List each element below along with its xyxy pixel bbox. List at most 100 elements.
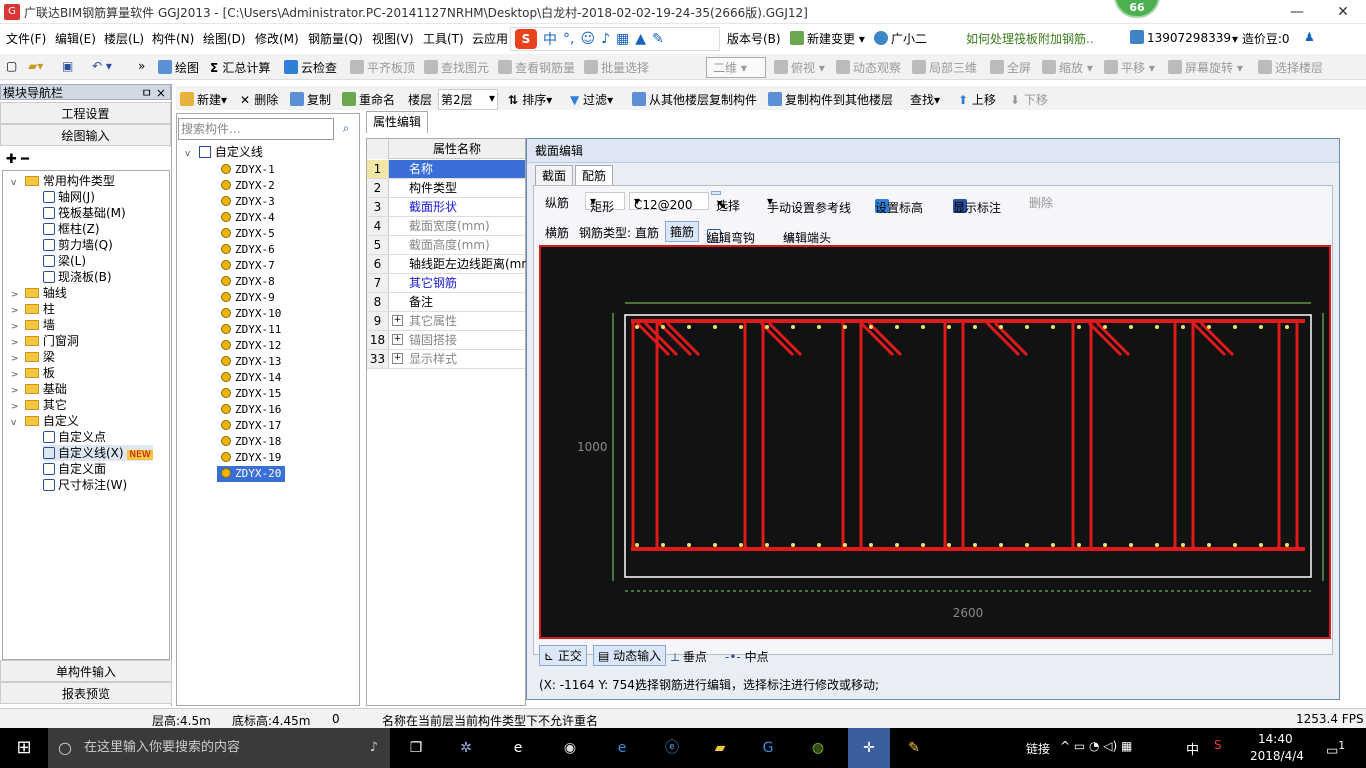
- property-row[interactable]: 18 + 锚固搭接: [367, 331, 525, 350]
- tab-section[interactable]: 截面: [535, 165, 574, 185]
- rebar-node[interactable]: [869, 543, 873, 547]
- rebar-node[interactable]: [1025, 543, 1029, 547]
- notification-icon[interactable]: ▭1: [1326, 739, 1345, 758]
- component-list-item[interactable]: ZDYX-20: [217, 466, 286, 482]
- taskbar-search[interactable]: ○ 在这里输入你要搜索的内容 ♪: [48, 728, 390, 768]
- width-dim-label[interactable]: 2600: [953, 606, 984, 620]
- component-list-item[interactable]: ZDYX-7: [217, 258, 279, 274]
- tools-icon[interactable]: ✎: [652, 31, 664, 47]
- report-preview-button[interactable]: 报表预览: [0, 682, 172, 704]
- edge-icon[interactable]: e: [610, 736, 634, 760]
- nav-tree-item[interactable]: 自定义线(X) NEW: [43, 445, 153, 461]
- component-list-item[interactable]: ZDYX-19: [217, 450, 285, 466]
- property-row[interactable]: 9 + 其它属性: [367, 312, 525, 331]
- rebar-node[interactable]: [1259, 543, 1263, 547]
- link-label[interactable]: 链接: [1026, 740, 1050, 757]
- component-list-item[interactable]: ZDYX-6: [217, 242, 279, 258]
- nav-tree-item[interactable]: > 柱: [11, 301, 55, 317]
- zoom-button[interactable]: 缩放 ▾: [1042, 59, 1093, 76]
- tab-property-edit[interactable]: 属性编辑: [366, 111, 428, 133]
- rebar-node[interactable]: [1207, 543, 1211, 547]
- rebar-node[interactable]: [1129, 325, 1133, 329]
- delete-component-button[interactable]: ✕ 删除: [240, 91, 278, 108]
- ime-indicator[interactable]: 中: [1186, 739, 1199, 758]
- expand-chevron-icon[interactable]: v: [11, 415, 21, 431]
- find-button[interactable]: 查找▾: [910, 91, 940, 108]
- nav-tree-item[interactable]: 现浇板(B): [43, 269, 112, 285]
- rebar-node[interactable]: [635, 325, 639, 329]
- stirrup-hook[interactable]: [859, 321, 895, 357]
- new-file-icon[interactable]: ▢: [6, 59, 17, 73]
- rebar-node[interactable]: [1285, 543, 1289, 547]
- component-list-item[interactable]: ZDYX-1: [217, 162, 279, 178]
- task-view-icon[interactable]: ❐: [404, 736, 428, 760]
- rebar-node[interactable]: [817, 543, 821, 547]
- rebar-node[interactable]: [1207, 325, 1211, 329]
- menu-tools[interactable]: 工具(T): [423, 30, 464, 47]
- component-search-input[interactable]: 搜索构件...: [178, 118, 334, 140]
- open-folder-icon[interactable]: ▰▾: [28, 59, 43, 73]
- rebar-node[interactable]: [999, 325, 1003, 329]
- nav-tree-item[interactable]: v 自定义: [11, 413, 79, 429]
- bell-icon[interactable]: ♟: [1304, 30, 1315, 44]
- active-app-icon[interactable]: ✛: [848, 728, 890, 768]
- search-icon[interactable]: ⌕: [335, 118, 357, 140]
- nav-tree-item[interactable]: 筏板基础(M): [43, 205, 126, 221]
- rebar-node[interactable]: [869, 325, 873, 329]
- expand-plus-icon[interactable]: +: [392, 353, 403, 364]
- menu-cloud[interactable]: 云应用: [472, 30, 508, 47]
- component-list-item[interactable]: ZDYX-5: [217, 226, 279, 242]
- menu-version[interactable]: 版本号(B): [727, 30, 781, 47]
- rebar-node[interactable]: [999, 543, 1003, 547]
- sogou-tray-icon[interactable]: S: [1214, 738, 1222, 752]
- nav-tree-item[interactable]: > 墙: [11, 317, 55, 333]
- component-list-item[interactable]: ZDYX-9: [217, 290, 279, 306]
- property-row[interactable]: 7 其它钢筋: [367, 274, 525, 293]
- rebar-node[interactable]: [1155, 543, 1159, 547]
- nav-tree-item[interactable]: 自定义点: [43, 429, 106, 445]
- keyboard-icon[interactable]: ▦: [616, 31, 629, 47]
- nav-tree-item[interactable]: > 板: [11, 365, 55, 381]
- top-view-button[interactable]: 俯视 ▾: [774, 59, 825, 76]
- ref-line-button[interactable]: 手动设置参考线 ▾: [767, 194, 851, 215]
- glodon-icon[interactable]: G: [756, 736, 780, 760]
- clock-time[interactable]: 14:40: [1258, 732, 1293, 746]
- nav-tree-item[interactable]: 尺寸标注(W): [43, 477, 127, 493]
- find-element-button[interactable]: 查找图元: [424, 59, 489, 76]
- component-list-item[interactable]: ZDYX-10: [217, 306, 285, 322]
- rebar-node[interactable]: [973, 543, 977, 547]
- rebar-node[interactable]: [739, 543, 743, 547]
- view-dim-select[interactable]: 二维 ▾: [706, 57, 766, 78]
- nav-tree-item[interactable]: 自定义面: [43, 461, 106, 477]
- filter-button[interactable]: ▼ 过滤▾: [570, 91, 613, 108]
- menu-file[interactable]: 文件(F): [6, 30, 46, 47]
- menu-component[interactable]: 构件(N): [152, 30, 194, 47]
- component-list-item[interactable]: ZDYX-4: [217, 210, 279, 226]
- guangxiao-button[interactable]: 广小二: [874, 30, 927, 47]
- browser-icon[interactable]: ◉: [558, 736, 582, 760]
- rename-button[interactable]: 重命名: [342, 91, 395, 108]
- property-row[interactable]: 8 备注: [367, 293, 525, 312]
- nav-tree-item[interactable]: v 常用构件类型: [11, 173, 115, 189]
- property-row[interactable]: 3 截面形状: [367, 198, 525, 217]
- rebar-node[interactable]: [1103, 543, 1107, 547]
- more-chevron-icon[interactable]: »: [138, 59, 145, 73]
- rebar-node[interactable]: [713, 325, 717, 329]
- menu-edit[interactable]: 编辑(E): [55, 30, 96, 47]
- user-account[interactable]: 13907298339: [1130, 30, 1231, 45]
- component-list-item[interactable]: ZDYX-14: [217, 370, 285, 386]
- copy-from-floor-button[interactable]: 从其他楼层复制构件: [632, 91, 757, 108]
- copy-to-floor-button[interactable]: 复制构件到其他楼层: [768, 91, 893, 108]
- rebar-node[interactable]: [1233, 325, 1237, 329]
- rebar-drawing[interactable]: 2600 1000: [541, 247, 1329, 637]
- expand-plus-icon[interactable]: +: [392, 334, 403, 345]
- close-button[interactable]: ✕: [1320, 0, 1366, 24]
- view-rebar-button[interactable]: 查看钢筋量: [498, 59, 575, 76]
- section-outline[interactable]: [624, 314, 1312, 578]
- property-row[interactable]: 6 轴线距左边线距离(mm: [367, 255, 533, 274]
- stirrup-button[interactable]: 箍筋: [665, 221, 700, 242]
- clock-date[interactable]: 2018/4/4: [1250, 749, 1304, 763]
- component-list-item[interactable]: ZDYX-8: [217, 274, 279, 290]
- stirrup-hook[interactable]: [767, 321, 803, 357]
- mic-icon[interactable]: ♪: [601, 31, 610, 47]
